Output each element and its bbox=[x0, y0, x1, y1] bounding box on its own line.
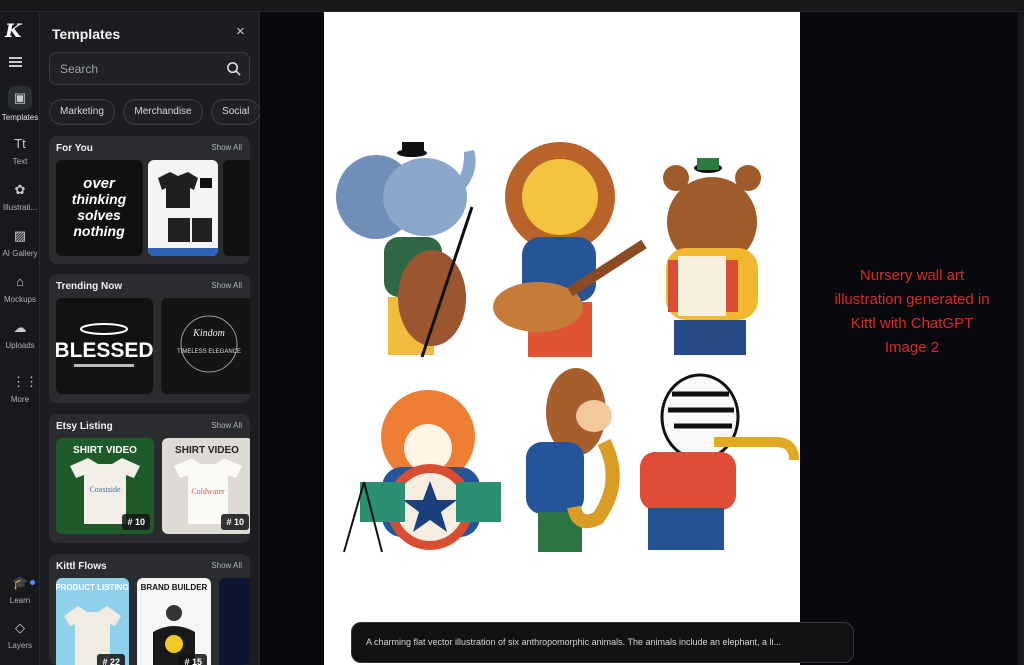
thumb-row: SHIRT VIDEO Coastside # 10 SHIRT VIDEO Col… bbox=[56, 438, 250, 536]
rail-uploads[interactable]: ☁ Uploads bbox=[0, 320, 40, 364]
rail-learn[interactable]: 🎓 Learn bbox=[0, 575, 40, 619]
text-icon: Tt bbox=[14, 136, 26, 151]
rail-label: More bbox=[10, 395, 30, 404]
svg-text:nothing: nothing bbox=[73, 223, 125, 239]
rail-label: Layers bbox=[7, 641, 32, 650]
section-for-you: For You Show All over thinking solves nothi… bbox=[49, 136, 250, 264]
workspace: Nursery wall art illustration generated … bbox=[260, 12, 1024, 665]
svg-text:solves: solves bbox=[77, 207, 121, 223]
illustrations-icon: ✿ bbox=[14, 182, 26, 197]
svg-text:TIMELESS ELEGANCE: TIMELESS ELEGANCE bbox=[177, 349, 241, 355]
template-thumbnail[interactable] bbox=[223, 160, 250, 256]
count-badge: # 10 bbox=[122, 514, 150, 530]
mockups-icon: ⌂ bbox=[16, 274, 24, 289]
section-kittl-flows: Kittl Flows Show All PRODUCT LISTING # 2… bbox=[49, 554, 250, 665]
section-etsy-listing: Etsy Listing Show All SHIRT VIDEO Coastsi… bbox=[49, 414, 250, 543]
rail-label: AI Gallery bbox=[2, 249, 38, 258]
search-placeholder: Search bbox=[60, 62, 99, 76]
more-icon: ⋮⋮ bbox=[12, 374, 38, 389]
templates-panel: Templates × Search Marketing Merchandise… bbox=[40, 12, 260, 665]
template-thumbnail[interactable]: SHIRT VIDEO Coastside # 10 bbox=[56, 438, 154, 534]
template-thumbnail[interactable]: PRODUCT LISTING # 22 bbox=[56, 578, 129, 665]
rail-label: Text bbox=[12, 157, 28, 166]
section-title: For You bbox=[56, 143, 93, 154]
pill-marketing[interactable]: Marketing bbox=[49, 99, 115, 125]
svg-text:Coastside: Coastside bbox=[89, 485, 121, 494]
annotation-caption: Nursery wall art illustration generated … bbox=[834, 267, 990, 356]
rail-label: Learn bbox=[9, 596, 31, 605]
search-icon bbox=[227, 62, 241, 76]
vertical-scrollbar[interactable] bbox=[1018, 12, 1024, 665]
ai-gallery-icon: ▨ bbox=[13, 228, 27, 243]
uploads-icon: ☁ bbox=[13, 320, 27, 335]
left-rail: K ▣ Templates Tt Text ✿ Illustrati... ▨ … bbox=[0, 12, 40, 665]
rail-label: Uploads bbox=[5, 341, 35, 350]
template-thumbnail[interactable]: over thinking solves nothing bbox=[56, 160, 143, 256]
search-input[interactable]: Search bbox=[49, 52, 250, 85]
artboard-canvas[interactable] bbox=[324, 12, 800, 665]
show-all-link[interactable]: Show All bbox=[211, 421, 242, 430]
template-thumbnail[interactable]: BRAND BUILDER # 15 bbox=[137, 578, 211, 665]
rail-mockups[interactable]: ⌂ Mockups bbox=[0, 274, 40, 318]
section-trending-now: Trending Now Show All BLESSED Kindom TIME… bbox=[49, 274, 250, 403]
learn-icon: 🎓 bbox=[12, 575, 29, 590]
svg-text:BRAND BUILDER: BRAND BUILDER bbox=[141, 583, 208, 592]
thumb-row: BLESSED Kindom TIMELESS ELEGANCE bbox=[56, 298, 250, 396]
ai-prompt-bar[interactable]: A charming flat vector illustration of s… bbox=[351, 622, 854, 663]
svg-text:PRODUCT LISTING: PRODUCT LISTING bbox=[56, 583, 129, 592]
show-all-link[interactable]: Show All bbox=[211, 561, 242, 570]
templates-icon: ▣ bbox=[8, 86, 32, 110]
svg-text:BLESSED: BLESSED bbox=[56, 339, 153, 362]
thumb-row: over thinking solves nothing bbox=[56, 160, 250, 258]
rail-label: Illustrati... bbox=[2, 203, 38, 212]
template-thumbnail[interactable]: SHIRT VIDEO Coldwater # 10 bbox=[162, 438, 250, 534]
count-badge: # 22 bbox=[97, 654, 125, 665]
template-thumbnail[interactable]: BLESSED bbox=[56, 298, 153, 394]
panel-title: Templates bbox=[52, 26, 121, 42]
nursery-illustration bbox=[336, 142, 799, 553]
thumb-row: PRODUCT LISTING # 22 BRAND BUILDER # 15 bbox=[56, 578, 250, 665]
template-thumbnail[interactable]: Kindom TIMELESS ELEGANCE bbox=[161, 298, 250, 394]
layers-icon: ◇ bbox=[15, 620, 25, 635]
svg-text:thinking: thinking bbox=[72, 191, 127, 207]
rail-illustrations[interactable]: ✿ Illustrati... bbox=[0, 182, 40, 226]
show-all-link[interactable]: Show All bbox=[211, 281, 242, 290]
rail-text[interactable]: Tt Text bbox=[0, 136, 40, 180]
rail-templates[interactable]: ▣ Templates bbox=[0, 86, 40, 134]
svg-text:SHIRT VIDEO: SHIRT VIDEO bbox=[175, 445, 239, 456]
section-title: Trending Now bbox=[56, 281, 123, 292]
category-pills: Marketing Merchandise Social bbox=[49, 99, 259, 127]
menu-icon[interactable] bbox=[9, 57, 22, 67]
svg-text:Kindom: Kindom bbox=[192, 328, 225, 339]
kittl-logo[interactable]: K bbox=[5, 20, 25, 42]
template-thumbnail[interactable] bbox=[148, 160, 218, 256]
count-badge: # 15 bbox=[179, 654, 207, 665]
svg-text:over: over bbox=[83, 175, 116, 192]
rail-layers[interactable]: ◇ Layers bbox=[0, 620, 40, 664]
close-icon[interactable]: × bbox=[236, 24, 248, 39]
template-thumbnail[interactable] bbox=[219, 578, 250, 665]
browser-topbar bbox=[0, 0, 1024, 12]
svg-text:Coldwater: Coldwater bbox=[191, 487, 225, 496]
show-all-link[interactable]: Show All bbox=[211, 143, 242, 152]
rail-ai-gallery[interactable]: ▨ AI Gallery bbox=[0, 228, 40, 272]
pill-social[interactable]: Social bbox=[211, 99, 259, 125]
pill-merchandise[interactable]: Merchandise bbox=[123, 99, 203, 125]
rail-label: Templates bbox=[1, 113, 39, 122]
section-title: Kittl Flows bbox=[56, 561, 107, 572]
rail-more[interactable]: ⋮⋮ More bbox=[0, 374, 40, 418]
svg-text:SHIRT VIDEO: SHIRT VIDEO bbox=[73, 445, 137, 456]
rail-label: Mockups bbox=[3, 295, 36, 304]
section-title: Etsy Listing bbox=[56, 421, 113, 432]
count-badge: # 10 bbox=[221, 514, 249, 530]
